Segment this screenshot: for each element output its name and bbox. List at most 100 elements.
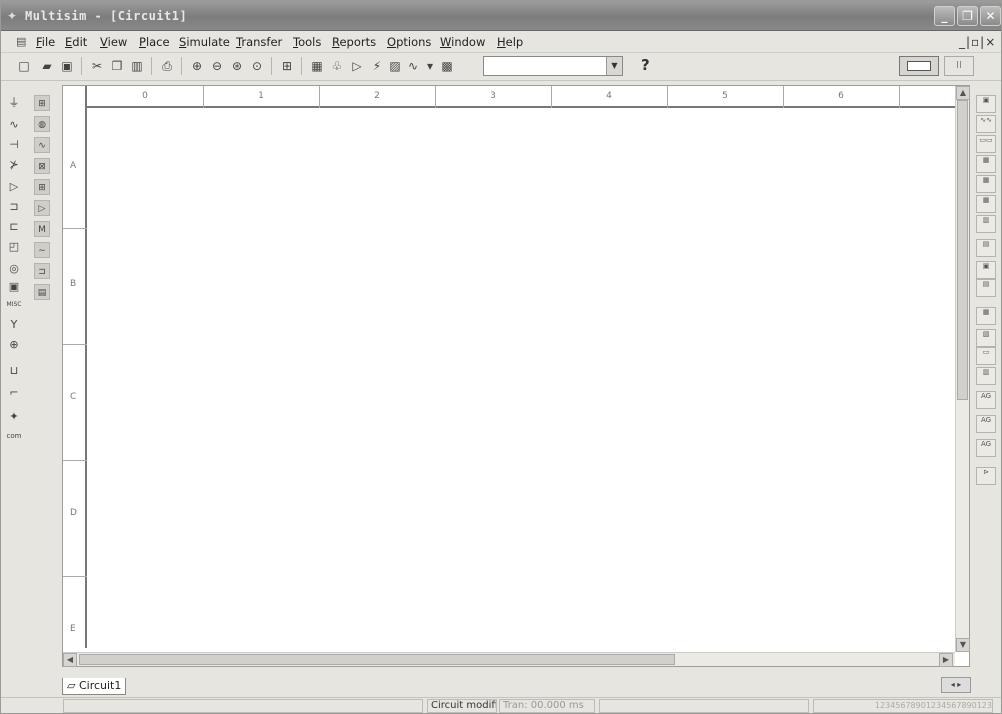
spreadsheet-icon[interactable]: ▦ (309, 58, 325, 74)
database-icon[interactable]: ▩ (439, 58, 455, 74)
bode-plotter-icon[interactable]: ▦ (976, 195, 996, 213)
postprocessor-icon[interactable]: ▷ (349, 58, 365, 74)
virtual-diode-icon[interactable]: ∿ (34, 137, 50, 153)
misc-icon[interactable]: MISC (4, 297, 24, 313)
multimeter-icon[interactable]: ▣ (976, 95, 996, 113)
scroll-right-icon[interactable]: ▶ (939, 653, 953, 667)
vertical-scroll-thumb[interactable] (957, 100, 968, 400)
netlist-icon[interactable]: ∿ (405, 58, 421, 74)
agilent-fgen-icon[interactable]: AG (976, 391, 996, 409)
close-button[interactable]: ✕ (980, 6, 1001, 26)
scroll-up-icon[interactable]: ▲ (956, 86, 970, 100)
scroll-left-icon[interactable]: ◀ (63, 653, 77, 667)
word-generator-icon[interactable]: ▤ (976, 239, 996, 257)
menu-transfer[interactable]: Transfer (236, 35, 282, 49)
virtual-measure-icon[interactable]: ⊞ (34, 179, 50, 195)
electromech-icon[interactable]: ⊕ (6, 337, 22, 353)
copy-icon[interactable]: ❐ (109, 58, 125, 74)
design-toolbox-icon[interactable]: ♧ (329, 58, 345, 74)
zoom-out-icon[interactable]: ⊖ (209, 58, 225, 74)
indicator-icon[interactable]: ◎ (6, 261, 22, 277)
vertical-scrollbar[interactable]: ▲ ▼ (955, 86, 970, 652)
print-icon[interactable]: ⎙ (159, 58, 175, 74)
logic-analyzer-icon[interactable]: ▣ (976, 261, 996, 279)
source-icon[interactable]: ⏚ (6, 95, 22, 111)
oscilloscope-icon[interactable]: ▦ (976, 155, 996, 173)
rf-icon[interactable]: Y (6, 317, 22, 333)
save-icon[interactable]: ▣ (59, 58, 75, 74)
frequency-counter-icon[interactable]: ▥ (976, 215, 996, 233)
menu-edit[interactable]: Edit (65, 35, 87, 49)
menu-help[interactable]: Help (497, 35, 523, 49)
paste-icon[interactable]: ▥ (129, 58, 145, 74)
virtual-misc-icon[interactable]: ▷ (34, 200, 50, 216)
zoom-in-icon[interactable]: ⊕ (189, 58, 205, 74)
grapher-icon[interactable]: ▨ (387, 58, 403, 74)
scroll-down-icon[interactable]: ▼ (956, 638, 970, 652)
horizontal-scrollbar[interactable]: ◀ ▶ (63, 652, 955, 667)
horizontal-scroll-thumb[interactable] (79, 654, 675, 665)
analysis-icon[interactable]: ⚡ (369, 58, 385, 74)
tab-circuit1[interactable]: ▱ Circuit1 (62, 678, 126, 695)
open-icon[interactable]: ▰ (39, 58, 55, 74)
minimize-button[interactable]: _ (934, 6, 955, 26)
cut-icon[interactable]: ✂ (89, 58, 105, 74)
virtual-gate-icon[interactable]: ▤ (34, 284, 50, 300)
ttl-icon[interactable]: ⊐ (6, 199, 22, 215)
pause-button[interactable]: II (944, 56, 974, 76)
help-button[interactable]: ? (641, 56, 650, 74)
virtual-transistor-icon[interactable]: ⊠ (34, 158, 50, 174)
menu-place[interactable]: Place (139, 35, 170, 49)
cmos-icon[interactable]: ⊏ (6, 219, 22, 235)
transistor-icon[interactable]: ⊁ (6, 157, 22, 173)
analog-icon[interactable]: ▷ (6, 179, 22, 195)
menu-window[interactable]: Window (440, 35, 485, 49)
logic-converter-icon[interactable]: ▤ (976, 279, 996, 297)
menu-options[interactable]: Options (387, 35, 431, 49)
function-generator-icon[interactable]: ∿∿ (976, 115, 996, 133)
menu-file[interactable]: File (36, 35, 55, 49)
com-icon[interactable]: com (4, 428, 24, 444)
dropdown-arrow-icon[interactable]: ▾ (422, 58, 438, 74)
four-channel-scope-icon[interactable]: ▦ (976, 175, 996, 193)
toolbar-separator (181, 57, 182, 75)
power-icon[interactable]: ▣ (6, 279, 22, 295)
diode-icon[interactable]: ⊣ (6, 137, 22, 153)
in-use-list[interactable]: ▼ (483, 56, 623, 76)
bus-icon[interactable]: ⊔ (6, 363, 22, 379)
menu-view[interactable]: View (100, 35, 127, 49)
agilent-scope-icon[interactable]: AG (976, 439, 996, 457)
show-grid-icon[interactable]: ⊞ (279, 58, 295, 74)
simulate-switch-icon[interactable] (899, 56, 939, 76)
virtual-power-icon[interactable]: M (34, 221, 50, 237)
resistor-icon[interactable]: ∿ (6, 117, 22, 133)
schematic-canvas[interactable]: 0 1 2 3 4 5 6 A B C D E ▲ ▼ ◀ ▶ (62, 85, 970, 667)
restore-button[interactable]: ❐ (957, 6, 978, 26)
iv-analyzer-icon[interactable]: ▦ (976, 307, 996, 325)
menu-reports[interactable]: Reports (332, 35, 376, 49)
new-icon[interactable]: □ (16, 58, 32, 74)
distortion-analyzer-icon[interactable]: ▧ (976, 329, 996, 347)
zoom-fit-icon[interactable]: ⊙ (249, 58, 265, 74)
virtual-analog-icon[interactable]: ⊞ (34, 95, 50, 111)
measurement-probe-icon[interactable]: ⊳ (976, 467, 996, 485)
virtual-basic-icon[interactable]: ◍ (34, 116, 50, 132)
menu-simulate[interactable]: Simulate (179, 35, 230, 49)
network-analyzer-icon[interactable]: ▥ (976, 367, 996, 385)
status-field-empty (63, 699, 423, 713)
chevron-down-icon[interactable]: ▼ (606, 57, 622, 75)
menu-tools[interactable]: Tools (293, 35, 321, 49)
instruments-toolbar: ▣ ∿∿ ▭▭ ▦ ▦ ▦ ▥ ▤ ▣ ▤ ▦ ▧ ▭ ▥ AG AG AG ⊳ (973, 83, 1001, 503)
spectrum-analyzer-icon[interactable]: ▭ (976, 347, 996, 365)
wattmeter-icon[interactable]: ▭▭ (976, 135, 996, 153)
mixed-icon[interactable]: ◰ (6, 239, 22, 255)
virtual-rated-icon[interactable]: ∼ (34, 242, 50, 258)
mdi-controls[interactable]: _|▫|× (959, 35, 996, 49)
zoom-area-icon[interactable]: ⊛ (229, 58, 245, 74)
tab-navigation[interactable]: ◂ ▸ (941, 677, 971, 693)
document-icon[interactable]: ▤ (16, 35, 26, 48)
hier-icon[interactable]: ⌐ (6, 385, 22, 401)
place-node-icon[interactable]: ✦ (6, 409, 22, 425)
virtual-source-icon[interactable]: ⊐ (34, 263, 50, 279)
agilent-multimeter-icon[interactable]: AG (976, 415, 996, 433)
